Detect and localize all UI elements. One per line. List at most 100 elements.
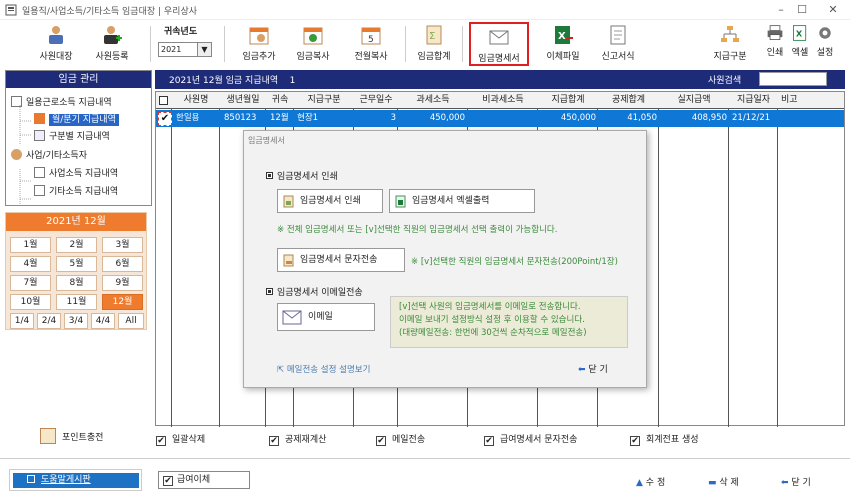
month-button[interactable]: 2월 bbox=[56, 237, 97, 253]
add-wage-button[interactable]: 임금추가 bbox=[238, 22, 280, 66]
print-statement-button[interactable]: 임금명세서 인쇄 bbox=[277, 189, 383, 213]
month-button[interactable]: 1월 bbox=[10, 237, 51, 253]
nav-other-income[interactable]: 기타소득 지급내역 bbox=[34, 184, 118, 197]
report-form-icon bbox=[610, 25, 626, 45]
quarter-button[interactable]: All bbox=[118, 313, 144, 329]
month-button[interactable]: 3월 bbox=[102, 237, 143, 253]
mail-send-check[interactable]: ✔ 메일전송 bbox=[376, 432, 425, 446]
mail-setup-link[interactable]: ⇱ 메일전송 설정 설명보기 bbox=[277, 363, 370, 375]
employee-register-button[interactable]: 사원등록 bbox=[90, 22, 134, 66]
transfer-file-button[interactable]: X 이체파일 bbox=[541, 22, 585, 66]
column-header[interactable]: 근무일수 bbox=[354, 92, 398, 109]
checkbox[interactable]: ✔ bbox=[269, 436, 279, 446]
sms-statement-button[interactable]: 임금명세서 문자전송 bbox=[277, 248, 405, 272]
cell-paydate: 21/12/21 bbox=[732, 113, 771, 123]
quarter-button[interactable]: 4/4 bbox=[91, 313, 115, 329]
pay-statement-label: 임금명세서 bbox=[478, 54, 520, 64]
search-input[interactable] bbox=[759, 72, 827, 86]
column-header[interactable]: 비과세소득 bbox=[468, 92, 538, 109]
checkbox[interactable]: ✔ bbox=[484, 436, 494, 446]
checkbox[interactable]: ✔ bbox=[156, 436, 166, 446]
window-title: 일용직/사업소득/기타소득 임금대장 | 우리상사 bbox=[22, 7, 198, 17]
month-button[interactable]: 7월 bbox=[10, 275, 51, 291]
minimize-button[interactable]: – bbox=[774, 3, 788, 16]
edit-button[interactable]: ▲ 수 정 bbox=[636, 475, 665, 488]
table-row[interactable]: ✔ 한일용 850123 12월 현장1 3 450,000 450,000 4… bbox=[156, 110, 844, 127]
select-all-header[interactable] bbox=[156, 92, 172, 109]
payment-category-button[interactable]: 지급구분 bbox=[708, 22, 752, 66]
copy-wage-button[interactable]: 임금복사 bbox=[292, 22, 334, 66]
column-header[interactable]: 생년월일 bbox=[220, 92, 266, 109]
month-button[interactable]: 8월 bbox=[56, 275, 97, 291]
email-note-line: [v]선택 사원의 임금명세서를 이메일로 전송합니다. bbox=[399, 302, 581, 312]
column-header[interactable]: 지급일자 bbox=[729, 92, 778, 109]
month-button[interactable]: 10월 bbox=[10, 294, 51, 310]
delete-button[interactable]: ▬ 삭 제 bbox=[708, 475, 739, 488]
column-header[interactable]: 지급합계 bbox=[538, 92, 598, 109]
point-charge-button[interactable]: 포인트충전 bbox=[40, 428, 103, 444]
month-button[interactable]: 6월 bbox=[102, 256, 143, 272]
calendar-copy-icon bbox=[303, 27, 323, 45]
pay-sms-check[interactable]: ✔ 급여명세서 문자전송 bbox=[484, 432, 577, 446]
month-button[interactable]: 4월 bbox=[10, 256, 51, 272]
close-window-button[interactable]: ✕ bbox=[826, 3, 840, 16]
column-header[interactable]: 지급구분 bbox=[294, 92, 354, 109]
copy-prev-month-button[interactable]: 5 전월복사 bbox=[347, 22, 395, 66]
row-checkbox[interactable]: ✔ bbox=[158, 112, 172, 126]
month-button[interactable]: 9월 bbox=[102, 275, 143, 291]
select-all-checkbox[interactable] bbox=[159, 96, 168, 105]
month-button-selected[interactable]: 12월 bbox=[102, 294, 143, 310]
settings-label: 설정 bbox=[816, 48, 834, 58]
quarter-button[interactable]: 2/4 bbox=[37, 313, 61, 329]
grid-title: 2021년 12월 임금 지급내역 1 bbox=[169, 73, 295, 86]
quarter-button[interactable]: 3/4 bbox=[64, 313, 88, 329]
settings-button[interactable]: 설정 bbox=[814, 22, 836, 66]
year-select[interactable]: 2021 ▼ bbox=[158, 42, 212, 57]
quarter-button[interactable]: 1/4 bbox=[10, 313, 34, 329]
wage-total-button[interactable]: Σ 임금합계 bbox=[412, 22, 456, 66]
button-label: 이메일 bbox=[308, 312, 333, 322]
column-header[interactable]: 과세소득 bbox=[398, 92, 468, 109]
report-form-button[interactable]: 신고서식 bbox=[596, 22, 640, 66]
nav-monthly-payment[interactable]: 월/분기 지급내역 bbox=[34, 112, 119, 126]
column-header[interactable]: 공제합계 bbox=[598, 92, 659, 109]
maximize-button[interactable]: ☐ bbox=[795, 3, 809, 16]
dialog-title: 임금명세서 bbox=[248, 136, 285, 145]
excel-statement-button[interactable]: 임금명세서 엑셀출력 bbox=[389, 189, 535, 213]
grid-column bbox=[659, 92, 729, 427]
print-note: ※ 전체 임금명세서 또는 [v]선택한 직원의 임금명세서 선택 출력이 가능… bbox=[277, 225, 558, 235]
external-link-icon: ⇱ bbox=[277, 365, 287, 375]
pay-statement-button[interactable]: 임금명세서 bbox=[469, 22, 529, 66]
email-button[interactable]: 이메일 bbox=[277, 303, 375, 331]
month-button[interactable]: 5월 bbox=[56, 256, 97, 272]
checkbox[interactable]: ✔ bbox=[630, 436, 640, 446]
excel-export-button[interactable]: X 엑셀 bbox=[789, 22, 811, 66]
search-label: 사원검색 bbox=[708, 76, 742, 86]
help-board-button[interactable]: 도움말게시판 bbox=[9, 469, 142, 491]
add-employee-icon bbox=[104, 26, 122, 44]
dialog-close-button[interactable]: ⬅ 닫 기 bbox=[578, 362, 608, 375]
chevron-down-icon[interactable]: ▼ bbox=[197, 43, 211, 56]
nav-business-income[interactable]: 사업소득 지급내역 bbox=[34, 166, 118, 179]
voucher-create-check[interactable]: ✔ 회계전표 생성 bbox=[630, 432, 699, 446]
email-note-line: (대량메일전송: 한번에 30건씩 순차적으로 메일전송) bbox=[399, 328, 587, 338]
checkbox[interactable]: ✔ bbox=[376, 436, 386, 446]
salary-transfer-check[interactable]: ✔ 급여이체 bbox=[158, 471, 250, 489]
checkbox[interactable]: ✔ bbox=[163, 476, 173, 486]
nav-category-payment[interactable]: 구분별 지급내역 bbox=[34, 129, 110, 142]
month-button[interactable]: 11월 bbox=[56, 294, 97, 310]
envelope-icon bbox=[489, 30, 509, 45]
deduction-recalc-check[interactable]: ✔ 공제재계산 bbox=[269, 432, 326, 446]
column-header[interactable]: 실지급액 bbox=[659, 92, 729, 109]
gear-icon bbox=[819, 27, 831, 39]
column-header[interactable]: 사원명 bbox=[172, 92, 220, 109]
bulk-delete-check[interactable]: ✔ 일괄삭제 bbox=[156, 432, 205, 446]
cell-category: 현장1 bbox=[297, 113, 319, 123]
close-button[interactable]: ⬅ 닫 기 bbox=[781, 475, 811, 488]
column-header[interactable]: 비고 bbox=[778, 92, 844, 109]
column-header[interactable]: 귀속 bbox=[266, 92, 294, 109]
print-button[interactable]: 인쇄 bbox=[764, 22, 786, 66]
employee-ledger-button[interactable]: 사원대장 bbox=[35, 22, 77, 66]
grid-column bbox=[778, 92, 844, 427]
copy-wage-label: 임금복사 bbox=[296, 52, 330, 62]
